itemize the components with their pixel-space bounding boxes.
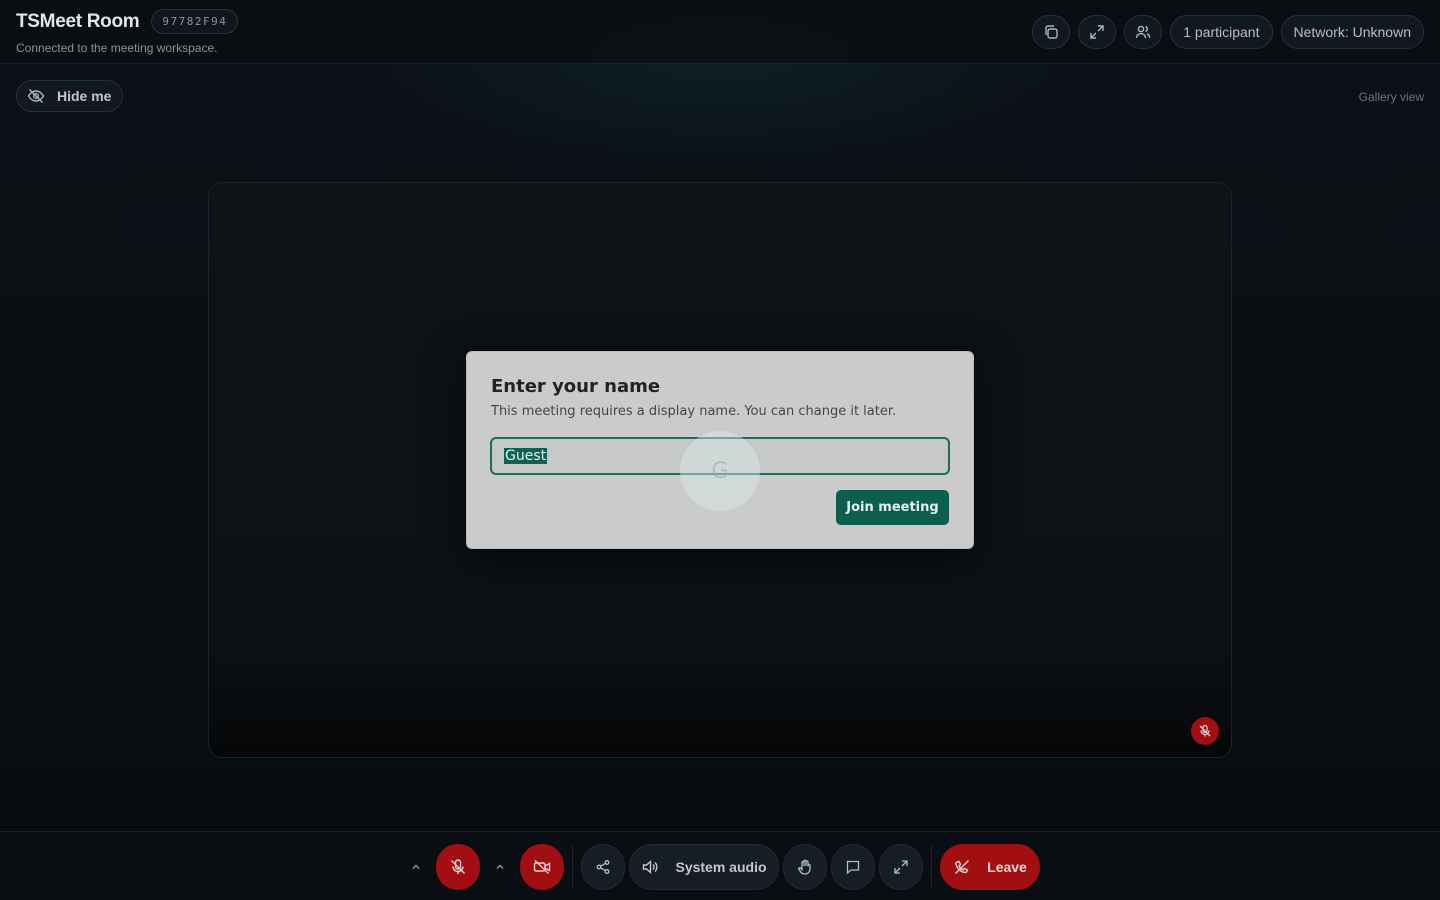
share-button[interactable] — [581, 844, 625, 890]
display-name-value: Guest — [504, 448, 548, 464]
leave-button[interactable]: Leave — [940, 844, 1040, 890]
chat-icon — [845, 859, 861, 875]
users-icon — [1135, 24, 1151, 40]
mic-off-icon — [1198, 724, 1212, 738]
mic-off-icon — [449, 858, 467, 876]
mute-mic-button[interactable] — [436, 844, 480, 890]
chevron-up-icon — [494, 861, 506, 873]
expand-icon — [1089, 24, 1105, 40]
fullscreen-toggle-button[interactable] — [879, 844, 923, 890]
camera-options-button[interactable] — [489, 844, 511, 890]
camera-toggle-button[interactable] — [520, 844, 564, 890]
gallery-view-toggle[interactable]: Gallery view — [1359, 90, 1424, 104]
hide-me-button[interactable]: Hide me — [16, 80, 124, 112]
chat-button[interactable] — [831, 844, 875, 890]
room-title: TSMeet Room — [16, 10, 140, 32]
participants-button[interactable] — [1124, 15, 1163, 49]
name-dialog: Enter your name This meeting requires a … — [466, 351, 974, 549]
header-actions: 1 participant Network: Unknown — [1032, 15, 1424, 49]
share-icon — [595, 859, 611, 875]
fullscreen-button[interactable] — [1078, 15, 1117, 49]
hide-me-label: Hide me — [57, 88, 112, 104]
title-row: TSMeet Room 97782F94 — [16, 9, 239, 34]
chevron-up-icon — [410, 861, 422, 873]
leave-label: Leave — [987, 859, 1027, 875]
dialog-title: Enter your name — [491, 376, 661, 397]
click-ripple: G — [680, 431, 760, 511]
toolbar-divider — [572, 846, 573, 888]
hand-icon — [796, 858, 814, 876]
top-header: TSMeet Room 97782F94 Connected to the me… — [0, 0, 1440, 64]
system-audio-button[interactable]: System audio — [629, 844, 779, 890]
phone-off-icon — [953, 858, 971, 876]
expand-icon — [893, 859, 909, 875]
video-off-icon — [533, 858, 551, 876]
eye-off-icon — [27, 87, 45, 105]
copy-icon — [1043, 24, 1059, 40]
toolbar-divider — [931, 846, 932, 888]
call-toolbar: System audio Leave — [0, 831, 1440, 900]
join-meeting-button[interactable]: Join meeting — [836, 490, 949, 525]
room-id-badge: 97782F94 — [151, 9, 239, 34]
connection-status: Connected to the meeting workspace. — [16, 41, 218, 55]
system-audio-label: System audio — [675, 859, 767, 875]
copy-link-button[interactable] — [1032, 15, 1071, 49]
dialog-description: This meeting requires a display name. Yo… — [491, 404, 897, 419]
raise-hand-button[interactable] — [783, 844, 827, 890]
speaker-icon — [641, 858, 659, 876]
participant-count[interactable]: 1 participant — [1170, 15, 1273, 49]
network-status[interactable]: Network: Unknown — [1280, 15, 1424, 49]
mic-options-button[interactable] — [405, 844, 427, 890]
meeting-app: TSMeet Room 97782F94 Connected to the me… — [0, 0, 1440, 900]
tile-muted-indicator — [1191, 717, 1219, 745]
